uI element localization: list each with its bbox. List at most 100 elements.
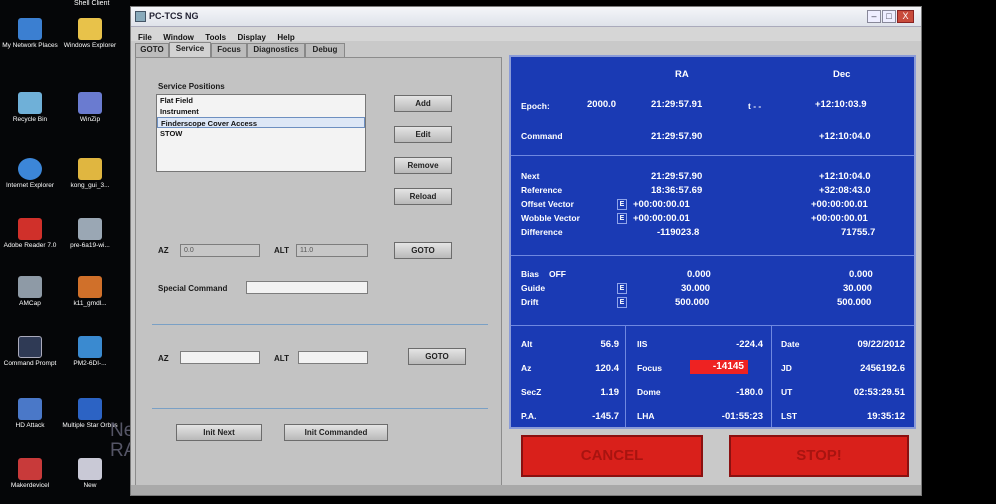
list-item-selected[interactable]: Finderscope Cover Access bbox=[157, 117, 365, 128]
alt-field[interactable]: 11.0 bbox=[296, 244, 368, 257]
focus-label: Focus bbox=[637, 363, 663, 373]
desktop-icon-new[interactable]: New bbox=[60, 458, 120, 504]
init-commanded-button[interactable]: Init Commanded bbox=[284, 424, 388, 441]
next-label: Next bbox=[521, 171, 540, 181]
epoch-arrow: t - - bbox=[748, 101, 762, 111]
divider bbox=[152, 408, 488, 409]
focus-value: -14145 bbox=[690, 360, 748, 374]
desktop-icon-cmd[interactable]: Command Prompt bbox=[0, 336, 60, 386]
offset-vector-label: Offset Vector bbox=[521, 199, 574, 209]
close-button[interactable]: X bbox=[897, 10, 914, 23]
tab-goto[interactable]: GOTO bbox=[135, 43, 169, 57]
divider bbox=[511, 325, 914, 326]
init-next-button[interactable]: Init Next bbox=[176, 424, 262, 441]
desktop-icon-adobe[interactable]: Adobe Reader 7.0 bbox=[0, 218, 60, 268]
internet-explorer-icon bbox=[18, 158, 42, 180]
cancel-button[interactable]: CANCEL bbox=[521, 435, 703, 477]
date-label: Date bbox=[781, 339, 800, 349]
edit-button[interactable]: Edit bbox=[394, 126, 452, 143]
next-ra: 21:29:57.90 bbox=[651, 171, 703, 182]
guide-edit-button[interactable]: E bbox=[617, 283, 627, 294]
menu-bar: File Window Tools Display Help bbox=[131, 27, 921, 42]
file-icon bbox=[78, 276, 102, 298]
desktop-icon-explorer[interactable]: Windows Explorer bbox=[60, 18, 120, 68]
desktop-icon-app[interactable]: PM2-6DI-... bbox=[60, 336, 120, 386]
jd-label: JD bbox=[781, 363, 792, 373]
list-item[interactable]: Instrument bbox=[157, 106, 365, 117]
pa-value: -145.7 bbox=[592, 411, 619, 422]
application-icon bbox=[78, 336, 102, 358]
desktop-icon-label: AMCap bbox=[19, 300, 41, 307]
service-positions-heading: Service Positions bbox=[158, 82, 225, 91]
desktop-icon-folder[interactable]: kong_gui_3... bbox=[60, 158, 120, 208]
offset-ra: +00:00:00.01 bbox=[633, 199, 690, 210]
secz-value: 1.19 bbox=[600, 387, 620, 398]
drift-edit-button[interactable]: E bbox=[617, 297, 627, 308]
dome-value: -180.0 bbox=[736, 387, 763, 398]
wobble-dec: +00:00:00.01 bbox=[811, 213, 868, 224]
az-value: 120.4 bbox=[595, 363, 619, 374]
desktop-icon-network[interactable]: My Network Places bbox=[0, 18, 60, 68]
desktop-icon-label: kong_gui_3... bbox=[70, 182, 110, 189]
next-dec: +12:10:04.0 bbox=[819, 171, 871, 182]
difference-dec: 71755.7 bbox=[841, 227, 876, 238]
network-places-icon bbox=[18, 18, 42, 40]
divider bbox=[625, 325, 626, 427]
az-input[interactable] bbox=[180, 351, 260, 364]
command-prompt-icon bbox=[18, 336, 42, 358]
status-bar bbox=[131, 485, 921, 495]
desktop-top-label: Shell Client bbox=[74, 0, 110, 7]
desktop-icon-ie[interactable]: Internet Explorer bbox=[0, 158, 60, 208]
desktop-icon-label: WinZip bbox=[79, 116, 101, 123]
desktop-icon-winzip[interactable]: WinZip bbox=[60, 92, 120, 142]
desktop-icon-document[interactable]: pre-6a19-wi... bbox=[60, 218, 120, 268]
desktop-icon-label: Adobe Reader 7.0 bbox=[3, 242, 57, 249]
goto-button[interactable]: GOTO bbox=[394, 242, 452, 259]
jd-value: 2456192.6 bbox=[860, 363, 905, 374]
add-button[interactable]: Add bbox=[394, 95, 452, 112]
offset-edit-button[interactable]: E bbox=[617, 199, 627, 210]
reference-label: Reference bbox=[521, 185, 563, 195]
desktop-icon-file[interactable]: k11_gmdl... bbox=[60, 276, 120, 326]
command-ra: 21:29:57.90 bbox=[651, 131, 703, 142]
maximize-button[interactable]: □ bbox=[882, 10, 896, 23]
alt-input[interactable] bbox=[298, 351, 368, 364]
divider bbox=[511, 255, 914, 256]
tab-diagnostics[interactable]: Diagnostics bbox=[247, 43, 305, 57]
desktop-icon-maker[interactable]: Makerdevicel bbox=[0, 458, 60, 504]
tab-debug[interactable]: Debug bbox=[305, 43, 345, 57]
drift-ra: 500.000 bbox=[675, 297, 710, 308]
desktop-icon-amcap[interactable]: AMCap bbox=[0, 276, 60, 326]
tab-focus[interactable]: Focus bbox=[211, 43, 247, 57]
az-field[interactable]: 0.0 bbox=[180, 244, 260, 257]
amcap-icon bbox=[18, 276, 42, 298]
alt-label: ALT bbox=[274, 246, 289, 255]
title-bar[interactable]: PC-TCS NG – □ X bbox=[131, 7, 921, 27]
special-command-input[interactable] bbox=[246, 281, 368, 294]
desktop-icon-label: Recycle Bin bbox=[12, 116, 48, 123]
pa-label: P.A. bbox=[521, 411, 537, 421]
tab-service[interactable]: Service bbox=[169, 42, 211, 57]
maker-icon bbox=[18, 458, 42, 480]
desktop-icon-hd[interactable]: HD Attack bbox=[0, 398, 60, 448]
desktop-icon-label: New bbox=[83, 482, 97, 489]
minimize-button[interactable]: – bbox=[867, 10, 881, 23]
service-panel: Service Positions Flat Field Instrument … bbox=[135, 57, 502, 489]
wobble-ra: +00:00:00.01 bbox=[633, 213, 690, 224]
recycle-bin-icon bbox=[18, 92, 42, 114]
list-item[interactable]: Flat Field bbox=[157, 95, 365, 106]
star-icon bbox=[78, 398, 102, 420]
stop-button[interactable]: STOP! bbox=[729, 435, 909, 477]
divider bbox=[771, 325, 772, 427]
epoch-ra: 21:29:57.91 bbox=[651, 99, 703, 110]
goto-button[interactable]: GOTO bbox=[408, 348, 466, 365]
desktop-icon-label: HD Attack bbox=[15, 422, 45, 429]
service-positions-list[interactable]: Flat Field Instrument Finderscope Cover … bbox=[156, 94, 366, 172]
wobble-edit-button[interactable]: E bbox=[617, 213, 627, 224]
app-window: PC-TCS NG – □ X File Window Tools Displa… bbox=[130, 6, 922, 496]
list-item[interactable]: STOW bbox=[157, 128, 365, 139]
az-label: AZ bbox=[158, 354, 169, 363]
reload-button[interactable]: Reload bbox=[394, 188, 452, 205]
desktop-icon-recycle[interactable]: Recycle Bin bbox=[0, 92, 60, 142]
remove-button[interactable]: Remove bbox=[394, 157, 452, 174]
